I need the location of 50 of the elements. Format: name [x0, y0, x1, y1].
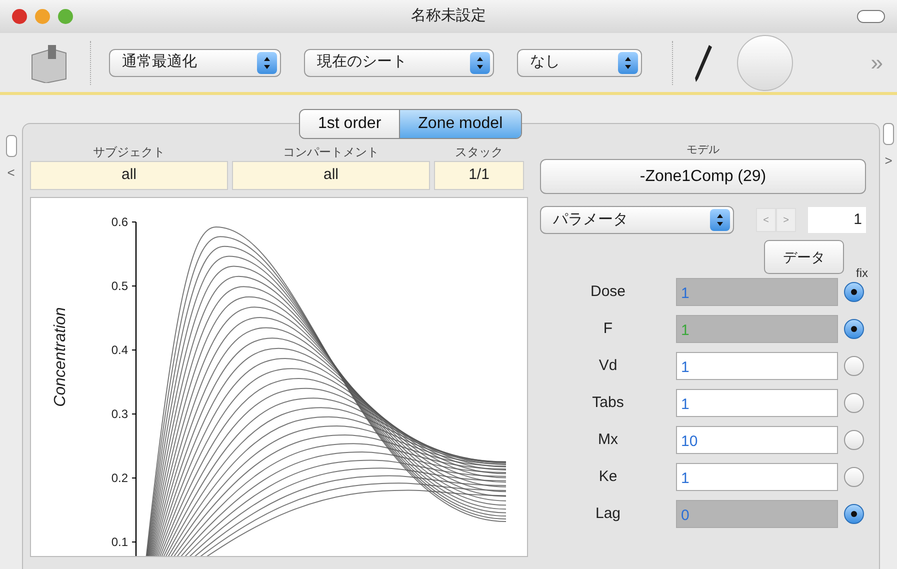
left-arrow[interactable]: <: [7, 163, 15, 182]
parameter-label: Lag: [594, 504, 622, 524]
pen-icon[interactable]: [693, 42, 713, 82]
parameter-field[interactable]: 1: [676, 352, 838, 380]
y-tick-label: 0.2: [111, 471, 128, 485]
parameter-field[interactable]: 10: [676, 426, 838, 454]
selector-header: サブジェクト: [93, 144, 165, 161]
fix-label: fix: [856, 265, 868, 282]
zoom-button[interactable]: [58, 9, 73, 24]
minimize-button[interactable]: [35, 9, 50, 24]
segment-tab[interactable]: 1st order: [300, 110, 400, 138]
selector-field[interactable]: 1/1: [434, 161, 524, 190]
parameter-label: F: [602, 318, 614, 339]
y-axis-label: Concentration: [52, 306, 70, 409]
index-field[interactable]: 1: [808, 207, 866, 233]
window-title: 名称未設定: [411, 6, 486, 26]
drawer-handle[interactable]: [883, 123, 894, 145]
y-tick-label: 0.1: [111, 535, 128, 549]
close-button[interactable]: [12, 9, 27, 24]
popup-menu[interactable]: パラメータ: [540, 206, 734, 234]
selector-header: コンパートメント: [283, 144, 379, 161]
parameter-field[interactable]: 1: [676, 463, 838, 491]
parameter-label: Vd: [598, 356, 618, 376]
popup-arrows-icon: [618, 52, 638, 74]
drawer-handle[interactable]: [6, 135, 16, 157]
parameter-field[interactable]: 1: [676, 389, 838, 417]
popup-arrows-icon: [710, 209, 730, 231]
toolbar-toggle-button[interactable]: [857, 10, 885, 23]
popup-menu[interactable]: なし: [517, 48, 642, 76]
popup-menu[interactable]: 通常最適化: [109, 48, 281, 76]
popup-menu[interactable]: 現在のシート: [304, 48, 494, 76]
model-header: モデル: [686, 143, 720, 157]
right-arrow[interactable]: >: [884, 151, 892, 170]
model-button[interactable]: -Zone1Comp (29): [540, 159, 866, 194]
segment-tab[interactable]: Zone model: [399, 110, 521, 138]
data-button[interactable]: データ: [764, 240, 844, 274]
y-tick-label: 0.5: [111, 279, 128, 293]
parameter-label: Tabs: [591, 392, 625, 413]
selector-field[interactable]: all: [232, 161, 430, 190]
parameter-label: Ke: [598, 466, 618, 487]
selector-header: スタック: [455, 144, 503, 161]
y-tick-label: 0.4: [111, 343, 128, 357]
popup-arrows-icon: [470, 52, 490, 74]
parameter-label: Dose: [589, 282, 627, 302]
folder-icon[interactable]: [30, 42, 68, 82]
selector-field[interactable]: all: [30, 161, 228, 190]
parameter-label: Mx: [597, 430, 619, 450]
y-tick-label: 0.3: [111, 407, 128, 421]
popup-arrows-icon: [257, 52, 277, 74]
y-tick-label: 0.6: [111, 215, 128, 229]
